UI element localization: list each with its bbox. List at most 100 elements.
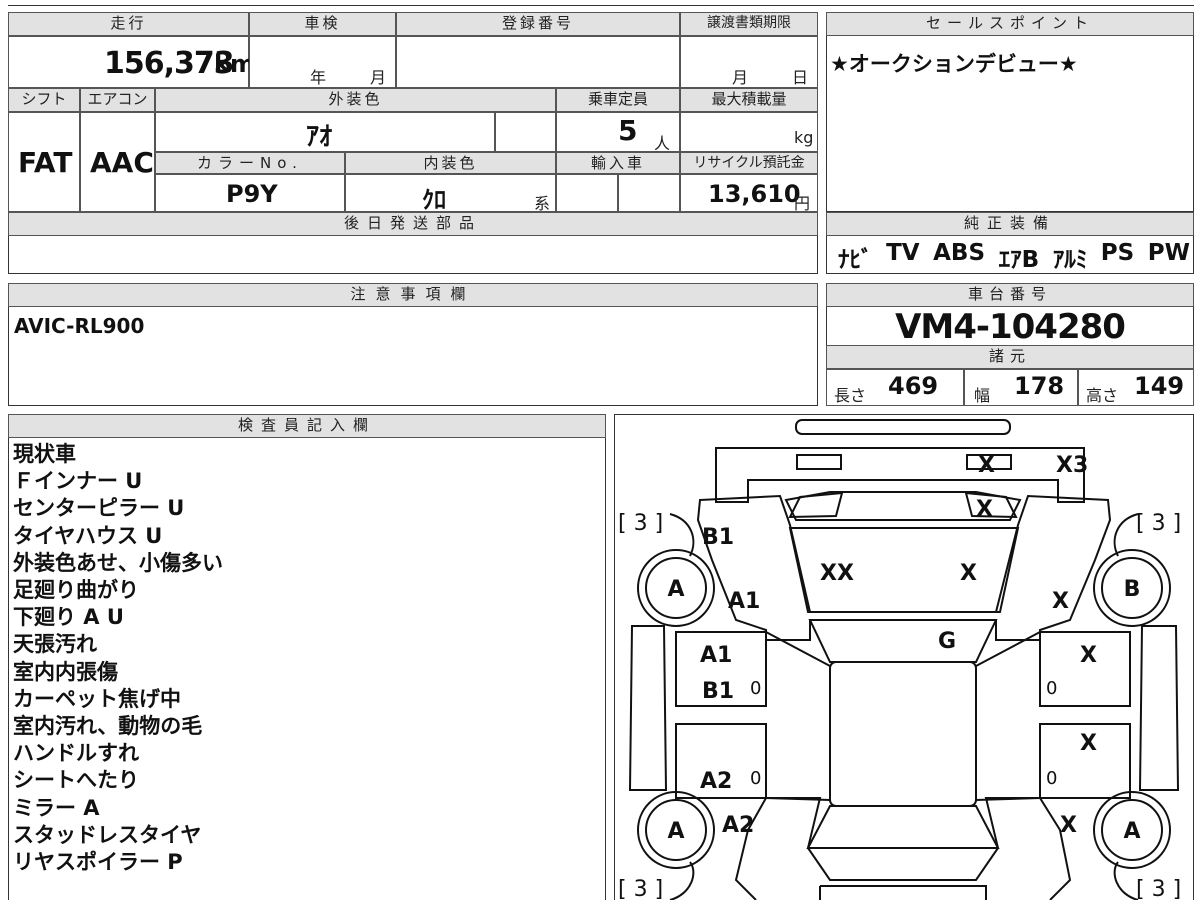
rear-light-left-shape — [796, 454, 842, 470]
recycle-unit: 円 — [794, 194, 811, 213]
mark-zero: 0 — [750, 678, 761, 699]
sales-point-header: セールスポイント — [826, 12, 1194, 36]
mark-zero: 0 — [750, 768, 761, 789]
equipment-item: ABS — [933, 240, 986, 266]
mark-rear-glass-x: X — [976, 497, 993, 522]
equipment-item: TV — [886, 240, 920, 266]
tire-fr-mark: A — [1123, 819, 1140, 844]
inspector-line: 下廻り A U — [13, 605, 124, 630]
equipment-item: PS — [1100, 240, 1135, 266]
mark-trunk-x: X — [960, 561, 977, 586]
registration-cell — [396, 36, 680, 88]
inspector-line: センターピラー U — [13, 496, 185, 521]
inspector-line: 室内内張傷 — [13, 659, 118, 684]
inspector-line: 現状車 — [13, 442, 76, 466]
mark-x-right-top: X — [1052, 589, 1069, 614]
inspector-line: 足廻り曲がり — [13, 578, 139, 603]
import-header: 輸入車 — [556, 152, 680, 174]
int-color-header: 内装色 — [345, 152, 556, 174]
mark-x-right-mid: X — [1080, 643, 1097, 668]
shift-value: FAT — [18, 146, 73, 179]
equipment-list: ﾅﾋﾞ TV ABS ｴｱB ｱﾙﾐ PS PW — [838, 240, 1190, 274]
specs-header: 諸元 — [826, 345, 1194, 369]
mark-rear-x: X — [978, 453, 995, 478]
inspector-line: 天張汚れ — [13, 632, 97, 657]
import-cell-a — [556, 174, 618, 212]
color-no-value: P9Y — [226, 180, 278, 208]
mark-trunk-xx: XX — [820, 561, 854, 586]
chassis-number: VM4-104280 — [895, 307, 1126, 347]
length-label: 長さ — [834, 386, 867, 405]
int-color-cell — [345, 174, 556, 212]
registration-header: 登録番号 — [396, 12, 680, 36]
shift-header: シフト — [8, 88, 80, 112]
recycle-value: 13,610 — [708, 180, 801, 208]
rear-body-shape — [696, 494, 1112, 641]
car-diagram: X X3 X XX X B1 A1 X G A1 X B1 X A2 A2 X … — [618, 419, 1181, 900]
chassis-header: 車台番号 — [826, 283, 1194, 307]
top-strip — [8, 0, 1194, 6]
inspector-line: シートへたり — [13, 768, 139, 793]
mark-x-right-bottom: X — [1060, 813, 1077, 838]
inspector-line: スタッドレスタイヤ — [13, 822, 202, 847]
mark-a2-low: A2 — [722, 813, 754, 838]
inspector-line: カーペット焦げ中 — [13, 686, 181, 711]
mark-x-right-low: X — [1080, 731, 1097, 756]
transfer-month: 月 — [732, 68, 749, 87]
ext-color-header: 外装色 — [155, 88, 556, 112]
tire-fl-mark: A — [667, 819, 684, 844]
equipment-item: PW — [1147, 240, 1190, 266]
equipment-item: ｴｱB — [998, 247, 1040, 273]
mileage-header: 走行 — [8, 12, 249, 36]
sales-point-text: ★オークションデビュー★ — [830, 52, 1078, 76]
ext-color-extra-cell — [495, 112, 556, 152]
mark-a2-mid: A2 — [700, 769, 732, 794]
mark-rear-x3: X3 — [1056, 453, 1088, 478]
tire-rr-mark: B — [1124, 577, 1141, 602]
inspector-line: Ｆインナー U — [13, 469, 143, 494]
height-value: 149 — [1134, 372, 1185, 400]
int-color-value: ｸﾛ — [422, 186, 446, 214]
notes-text: AVIC-RL900 — [14, 314, 145, 338]
shaken-year: 年 — [310, 68, 327, 87]
sales-point-panel — [826, 12, 1194, 212]
inspector-line: ハンドルすれ — [13, 741, 139, 766]
max-load-unit: kg — [794, 128, 814, 147]
ac-header: エアコン — [80, 88, 155, 112]
shaken-month: 月 — [370, 68, 387, 87]
bracket-tl: [ 3 ] — [618, 511, 663, 536]
ext-color-value: ｱｵ — [306, 122, 333, 152]
inspector-line: タイヤハウス U — [13, 523, 163, 548]
ac-value: AAC — [90, 146, 154, 179]
bracket-tr: [ 3 ] — [1136, 511, 1181, 536]
bracket-bl: [ 3 ] — [618, 877, 663, 900]
inspector-header: 検査員記入欄 — [8, 414, 606, 438]
int-color-suffix: 系 — [534, 194, 551, 213]
transfer-day: 日 — [792, 68, 809, 87]
later-parts-header: 後日発送部品 — [8, 212, 818, 236]
recycle-header: リサイクル預託金 — [680, 152, 818, 174]
import-cell-b — [618, 174, 680, 212]
transfer-deadline-header: 譲渡書類期限 — [680, 12, 818, 36]
inspector-line: 室内汚れ、動物の毛 — [13, 714, 203, 739]
max-load-header: 最大積載量 — [680, 88, 818, 112]
rear-bumper-shape — [715, 447, 1085, 503]
inspector-lines: 現状車 Ｆインナー U センターピラー U タイヤハウス U 外装色あせ、小傷多… — [13, 441, 223, 876]
mark-zero: 0 — [1046, 768, 1057, 789]
bracket-br: [ 3 ] — [1136, 877, 1181, 900]
color-no-header: カラーNo. — [155, 152, 345, 174]
capacity-unit: 人 — [654, 134, 671, 153]
height-label: 高さ — [1086, 386, 1119, 405]
cabin-shape — [829, 661, 977, 807]
rear-spoiler-shape — [795, 419, 1011, 435]
notes-header: 注意事項欄 — [8, 283, 818, 307]
windshield-shape — [806, 805, 1000, 849]
inspector-line: 外装色あせ、小傷多い — [13, 550, 223, 575]
mark-zero: 0 — [1046, 678, 1057, 699]
mark-g-roof: G — [938, 629, 956, 654]
width-label: 幅 — [974, 386, 991, 405]
capacity-header: 乗車定員 — [556, 88, 680, 112]
mark-a1-left: A1 — [728, 589, 760, 614]
mark-a1-mid: A1 — [700, 643, 732, 668]
roof-shape — [808, 619, 998, 663]
